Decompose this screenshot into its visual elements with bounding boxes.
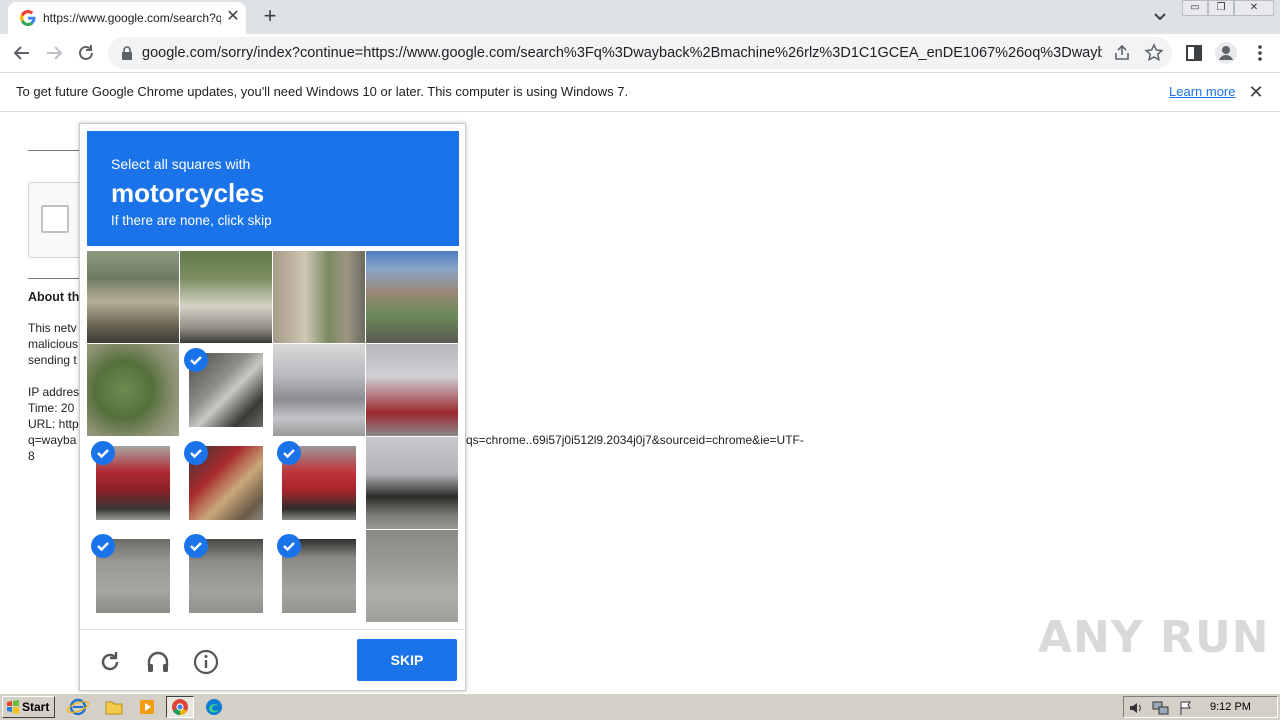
google-favicon-icon [20,10,36,26]
tile-image [180,251,272,343]
tile-image [273,251,365,343]
challenge-instruction: Select all squares with [111,156,251,172]
challenge-hint: If there are none, click skip [111,213,272,228]
tab-title: https://www.google.com/search?q= [43,11,221,25]
url-tail: qs=chrome..69i57j0i512l9.2034j0j7&source… [466,433,804,447]
start-button[interactable]: Start [2,696,55,718]
tab-close-icon[interactable]: ✕ [224,8,242,26]
action-center-flag-icon[interactable] [1178,700,1194,716]
tile-image [87,251,179,343]
grid-tile[interactable] [87,344,179,436]
reload-icon[interactable] [72,39,100,67]
recaptcha-checkbox[interactable] [41,205,69,233]
lock-icon[interactable] [120,46,134,60]
grid-tile[interactable] [180,437,272,529]
grid-tile[interactable] [273,251,365,343]
grid-tile[interactable] [273,437,365,529]
forward-arrow-icon[interactable] [40,39,68,67]
grid-tile[interactable] [180,344,272,436]
tab-strip: https://www.google.com/search?q= ✕ + ▭ ❐… [0,0,1280,34]
grid-tile[interactable] [366,344,458,436]
checkmark-icon [184,534,208,558]
windows-taskbar: Start 9:12 PM [0,693,1280,720]
image-grid [87,251,459,623]
infobar-message: To get future Google Chrome updates, you… [16,84,629,99]
grid-tile[interactable] [87,530,179,622]
grid-tile[interactable] [366,251,458,343]
network-icon[interactable] [1152,700,1170,716]
grid-tile[interactable] [87,251,179,343]
tab-search-chevron-icon[interactable] [1150,8,1170,26]
para-line: This netv [28,321,77,335]
query-line: q=wayba [28,433,77,447]
checkmark-icon [91,534,115,558]
volume-icon[interactable] [1128,700,1144,716]
minimize-button[interactable]: ▭ [1182,0,1208,16]
taskbar-clock[interactable]: 9:12 PM [1210,701,1251,713]
media-player-icon[interactable] [133,696,161,718]
grid-tile[interactable] [180,530,272,622]
browser-toolbar: google.com/sorry/index?continue=https://… [0,34,1280,72]
start-label: Start [22,700,50,714]
new-tab-button[interactable]: + [258,5,282,29]
chrome-icon [172,699,188,716]
challenge-target: motorcycles [111,178,265,208]
skip-button[interactable]: SKIP [357,639,457,681]
checkmark-icon [277,441,301,465]
grid-tile[interactable] [366,530,458,622]
infobar-close-icon[interactable]: ✕ [1246,82,1266,102]
grid-tile[interactable] [366,437,458,529]
info-icon[interactable] [192,648,220,676]
bookmark-star-icon[interactable] [1144,43,1164,63]
edge-icon[interactable] [200,696,228,718]
url-line: URL: http [28,417,79,431]
grid-tile[interactable] [273,530,365,622]
share-icon[interactable] [1112,43,1132,63]
system-tray: 9:12 PM [1123,696,1278,718]
about-heading: About th [28,290,80,304]
internet-explorer-icon[interactable] [64,696,92,718]
challenge-banner: Select all squares with motorcycles If t… [87,131,459,246]
checkmark-icon [184,348,208,372]
checkmark-icon [277,534,301,558]
back-arrow-icon[interactable] [8,39,36,67]
learn-more-link[interactable]: Learn more [1169,84,1235,99]
file-explorer-icon[interactable] [100,696,128,718]
ip-line: IP addres [28,385,80,399]
para-line: malicious [28,337,79,351]
restore-button[interactable]: ❐ [1208,0,1234,16]
tile-image [366,344,458,436]
anyrun-watermark: ANY RUN [1038,612,1270,663]
close-window-button[interactable]: ✕ [1234,0,1274,16]
url-line-end: 8 [28,449,35,463]
menu-kebab-icon[interactable] [1248,41,1272,65]
reload-challenge-icon[interactable] [96,648,124,676]
url-text[interactable]: google.com/sorry/index?continue=https://… [142,45,1102,61]
checkmark-icon [184,441,208,465]
checkmark-icon [91,441,115,465]
tile-image [87,344,179,436]
grid-tile[interactable] [180,251,272,343]
tile-image [366,251,458,343]
chrome-taskbar-button[interactable] [166,696,194,718]
grid-tile[interactable] [87,437,179,529]
audio-challenge-headphones-icon[interactable] [144,648,172,676]
tile-image [366,530,458,622]
challenge-footer: SKIP [80,629,465,691]
tile-image [366,437,458,529]
grid-tile[interactable] [273,344,365,436]
windows-logo-icon [7,700,19,714]
recaptcha-challenge: Select all squares with motorcycles If t… [79,123,466,691]
browser-tab[interactable]: https://www.google.com/search?q= ✕ [8,2,246,34]
update-infobar: To get future Google Chrome updates, you… [0,72,1280,112]
time-line: Time: 20 [28,401,75,415]
para-line: sending t [28,353,77,367]
profile-avatar-icon[interactable] [1214,41,1238,65]
tile-image [273,344,365,436]
side-panel-icon[interactable] [1182,41,1206,65]
address-bar[interactable]: google.com/sorry/index?continue=https://… [108,37,1172,69]
